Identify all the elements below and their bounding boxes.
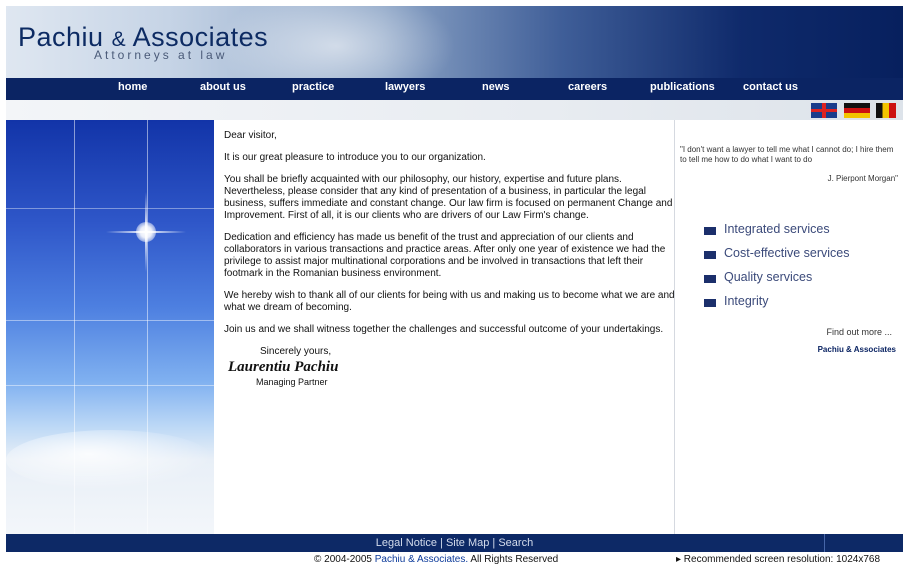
legal-notice-link[interactable]: Legal Notice <box>376 537 437 549</box>
bullet-icon <box>704 275 716 283</box>
letter-paragraph: It is our great pleasure to introduce yo… <box>224 152 486 163</box>
footer-separator: | <box>440 537 443 549</box>
copyright-brand[interactable]: Pachiu & Associates. <box>375 554 468 565</box>
nav-practice[interactable]: practice <box>292 81 334 93</box>
letter-paragraph: We hereby wish to thank all of our clien… <box>224 290 675 313</box>
copyright-years: © 2004-2005 <box>314 554 372 565</box>
feature-label: Quality services <box>724 270 813 284</box>
germany-flag-icon[interactable] <box>844 103 870 118</box>
nav-lawyers[interactable]: lawyers <box>385 81 425 93</box>
footer-divider <box>824 534 825 552</box>
image-grid-line <box>6 385 214 386</box>
find-out-more-link[interactable]: Find out more ... <box>680 327 892 337</box>
footer-bar: Legal Notice | Site Map | Search <box>6 534 903 552</box>
star-icon <box>106 192 186 272</box>
bullet-icon <box>704 299 716 307</box>
nav-about-us[interactable]: about us <box>200 81 246 93</box>
language-bar <box>6 100 903 120</box>
recommended-resolution: ▸ Recommended screen resolution: 1024x76… <box>676 554 881 565</box>
uk-flag-icon[interactable] <box>811 103 837 118</box>
search-link[interactable]: Search <box>498 537 533 549</box>
welcome-letter: Dear visitor, It is our great pleasure t… <box>224 130 676 388</box>
find-out-brand-link[interactable]: Pachiu & Associates <box>680 345 896 354</box>
page: Pachiu & Associates Attorneys at law hom… <box>6 6 903 552</box>
cloud-shape <box>6 430 214 490</box>
bullet-icon <box>704 227 716 235</box>
letter-paragraph: You shall be briefly acquainted with our… <box>224 174 673 221</box>
bullet-icon <box>704 251 716 259</box>
header: Pachiu & Associates Attorneys at law <box>6 6 903 78</box>
footer-links: Legal Notice | Site Map | Search <box>6 537 903 549</box>
brand-tagline: Attorneys at law <box>94 48 228 62</box>
signer-role: Managing Partner <box>256 377 328 387</box>
footer-separator: | <box>492 537 496 549</box>
feature-label: Cost-effective services <box>724 246 850 260</box>
quote-text: "I don't want a lawyer to tell me what I… <box>680 145 894 164</box>
nav-careers[interactable]: careers <box>568 81 607 93</box>
copyright-rights: All Rights Reserved <box>470 554 559 565</box>
nav-contact-us[interactable]: contact us <box>743 81 798 93</box>
image-grid-line <box>6 320 214 321</box>
nav-news[interactable]: news <box>482 81 510 93</box>
nav-home[interactable]: home <box>118 81 147 93</box>
main-nav: home about us practice lawyers news care… <box>6 78 903 100</box>
letter-closing: Sincerely yours, <box>260 346 332 357</box>
letter-paragraph: Join us and we shall witness together th… <box>224 324 664 335</box>
feature-label: Integrity <box>724 294 769 308</box>
feature-label: Integrated services <box>724 222 830 236</box>
letter-paragraph: Dedication and efficiency has made us be… <box>224 232 666 279</box>
copyright-text: © 2004-2005 Pachiu & Associates. All Rig… <box>314 554 558 565</box>
belgium-flag-icon[interactable] <box>876 103 896 118</box>
quote-author: J. Pierpont Morgan" <box>827 174 898 183</box>
nav-publications[interactable]: publications <box>650 81 715 93</box>
letter-greeting: Dear visitor, <box>224 130 277 141</box>
decorative-sky-image <box>6 120 214 534</box>
site-map-link[interactable]: Site Map <box>446 537 489 549</box>
signature: Laurentiu Pachiu <box>228 359 339 375</box>
column-divider <box>674 120 675 534</box>
brand-name: Pachiu <box>18 22 104 52</box>
